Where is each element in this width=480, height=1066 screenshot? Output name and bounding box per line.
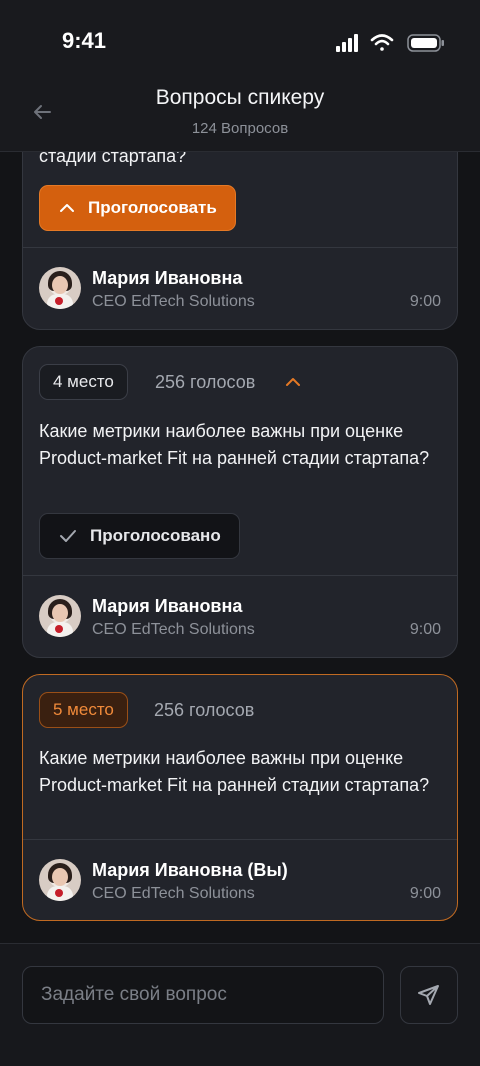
author-role: CEO EdTech Solutions (92, 293, 255, 310)
avatar (39, 267, 81, 309)
author-row: Мария Ивановна CEO EdTech Solutions 9:00 (39, 595, 441, 639)
signal-icon (336, 34, 358, 52)
card-divider (23, 839, 457, 840)
avatar (39, 595, 81, 637)
question-time: 9:00 (409, 621, 441, 638)
question-card: 4 место 256 голосов Какие метрики наибол… (22, 346, 458, 658)
vote-button-label: Проголосовать (88, 198, 217, 217)
author-name: Мария Ивановна (92, 268, 243, 288)
author-role: CEO EdTech Solutions (92, 621, 255, 638)
question-input[interactable] (22, 966, 384, 1024)
avatar (39, 859, 81, 901)
votes-count: 256 голосов (155, 372, 256, 392)
rank-badge: 5 место (39, 692, 128, 728)
screen: стадии стартапа? Проголосовать Мария Ива… (0, 0, 480, 1066)
question-time: 9:00 (409, 293, 441, 310)
author-row: Мария Ивановна CEO EdTech Solutions 9:00 (39, 267, 441, 311)
card-divider (23, 247, 457, 248)
author-name: Мария Ивановна (92, 596, 243, 616)
question-text: Какие метрики наиболее важны при оценке … (39, 748, 430, 795)
question-text: Какие метрики наиболее важны при оценке … (39, 421, 430, 468)
check-icon (60, 530, 76, 542)
author-row: Мария Ивановна (Вы) CEO EdTech Solutions… (39, 859, 441, 903)
votes-count: 256 голосов (154, 700, 255, 720)
question-composer (0, 943, 480, 1066)
chevron-up-icon (286, 378, 300, 386)
question-time: 9:00 (409, 885, 441, 902)
rank-badge: 4 место (39, 364, 128, 400)
app-header: 9:41 Вопросы спикеру 124 Вопросов (0, 0, 480, 152)
author-role: CEO EdTech Solutions (92, 885, 255, 902)
voted-button[interactable]: Проголосовано (39, 513, 240, 559)
question-card-own: 5 место 256 голосов Какие метрики наибол… (22, 674, 458, 921)
voted-button-label: Проголосовано (90, 526, 221, 545)
battery-icon (407, 34, 444, 52)
status-time: 9:41 (62, 28, 107, 53)
status-icons (336, 34, 444, 52)
vote-button[interactable]: Проголосовать (39, 185, 236, 231)
send-button[interactable] (400, 966, 458, 1024)
questions-count: 124 Вопросов (191, 120, 289, 137)
author-name: Мария Ивановна (Вы) (92, 860, 288, 880)
page-title: Вопросы спикеру (155, 86, 325, 109)
chevron-up-icon (60, 204, 74, 212)
card-divider (23, 575, 457, 576)
wifi-icon (370, 34, 394, 51)
send-icon (418, 985, 439, 1005)
